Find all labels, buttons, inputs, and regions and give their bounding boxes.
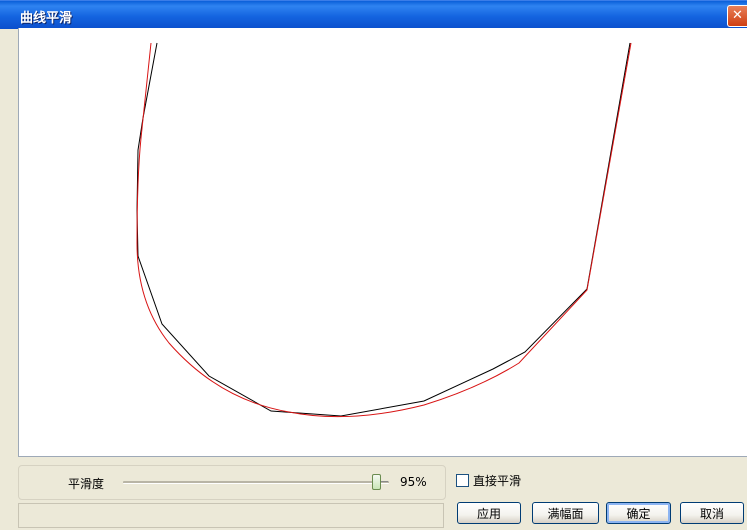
smoothness-label: 平滑度 bbox=[68, 477, 105, 491]
window-title: 曲线平滑 bbox=[20, 11, 73, 26]
curve-smooth-dialog: 曲线平滑 ✕ 平滑度 95% 直接平滑 应用 满幅面 确定 取消 bbox=[0, 0, 747, 530]
apply-button[interactable]: 应用 bbox=[457, 502, 521, 524]
curve-preview-svg bbox=[136, 42, 632, 418]
fit-view-button[interactable]: 满幅面 bbox=[532, 502, 599, 524]
title-bar[interactable]: 曲线平滑 ✕ bbox=[0, 0, 747, 29]
smoothness-slider-thumb[interactable] bbox=[371, 474, 381, 490]
smoothed-curve bbox=[136, 42, 632, 418]
slider-tick-mark bbox=[381, 481, 388, 482]
curve-preview-canvas[interactable] bbox=[18, 28, 747, 457]
ok-button[interactable]: 确定 bbox=[606, 502, 671, 524]
direct-smooth-checkbox[interactable] bbox=[456, 474, 469, 487]
direct-smooth-label[interactable]: 直接平滑 bbox=[473, 472, 521, 489]
status-bar bbox=[18, 503, 444, 528]
smoothness-panel: 平滑度 95% bbox=[18, 465, 446, 500]
smoothness-value: 95% bbox=[400, 475, 427, 489]
smoothness-slider-track[interactable] bbox=[123, 481, 389, 484]
close-icon[interactable]: ✕ bbox=[727, 5, 747, 27]
original-curve bbox=[136, 42, 631, 417]
cancel-button[interactable]: 取消 bbox=[680, 502, 744, 524]
